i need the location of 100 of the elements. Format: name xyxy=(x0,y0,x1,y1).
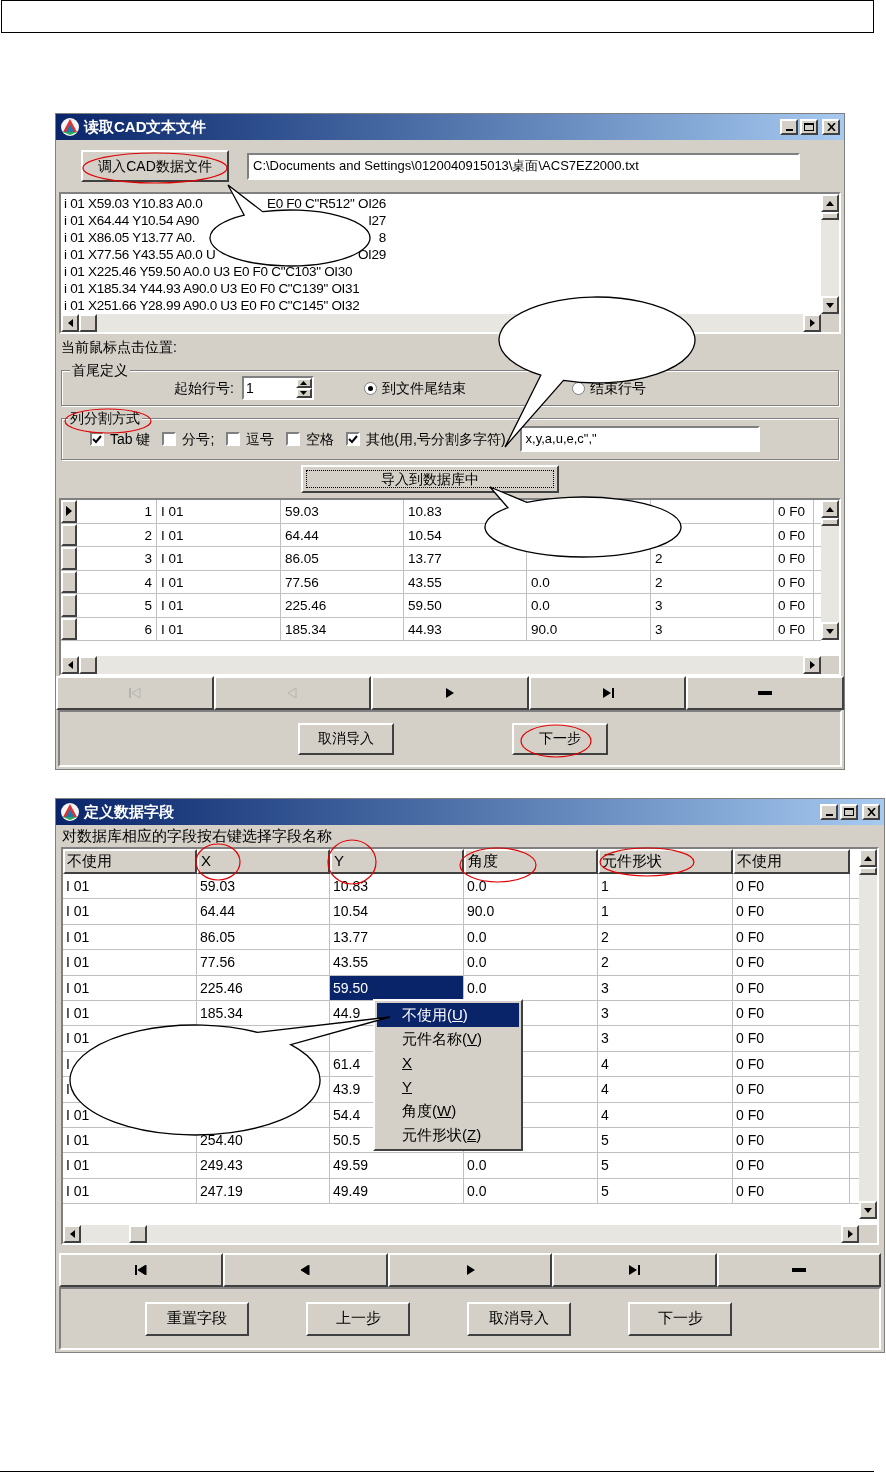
navigator-button[interactable] xyxy=(528,676,687,710)
scroll-down-button[interactable] xyxy=(821,296,839,314)
maximize-button[interactable] xyxy=(840,804,858,820)
load-file-button[interactable]: 调入CAD数据文件 xyxy=(81,150,229,182)
previous-record-icon xyxy=(287,688,297,698)
navigator-button[interactable] xyxy=(371,676,529,710)
dialog-button[interactable]: 下一步 xyxy=(512,722,608,755)
scroll-left-button[interactable] xyxy=(61,656,79,674)
dialog-button[interactable]: 下一步 xyxy=(628,1301,732,1336)
table-cell: 59.03 xyxy=(281,500,404,523)
text-line: i 01 X86.05 Y13.77 A0. xyxy=(64,229,196,246)
scroll-up-button[interactable] xyxy=(859,849,877,867)
scroll-thumb[interactable] xyxy=(79,314,97,332)
table-cell: 43.55 xyxy=(404,570,527,593)
column-header[interactable]: 不使用 xyxy=(63,849,197,874)
maximize-button[interactable] xyxy=(800,119,818,135)
minimize-button[interactable] xyxy=(780,119,798,135)
table-cell: 0.0 xyxy=(527,570,651,593)
navigator-button[interactable] xyxy=(716,1253,882,1287)
table-cell: 3 xyxy=(598,975,733,1000)
scroll-up-icon xyxy=(826,200,834,206)
column-header[interactable]: 角度 xyxy=(464,849,598,874)
scroll-down-button[interactable] xyxy=(821,622,839,640)
horizontal-scrollbar[interactable] xyxy=(61,656,821,674)
table-cell: 49.59 xyxy=(330,1153,464,1178)
table-cell: I 01 xyxy=(157,617,281,640)
checkbox[interactable] xyxy=(346,432,361,446)
menu-item[interactable]: 不使用(U) xyxy=(377,1003,519,1027)
vertical-scrollbar[interactable] xyxy=(859,849,877,1219)
window-title: 定义数据字段 xyxy=(84,801,174,822)
text-line: i 01 X64.44 Y10.54 A90 xyxy=(64,212,200,229)
horizontal-scrollbar[interactable] xyxy=(63,1225,859,1243)
text-line: i 01 X225.46 Y59.50 A0.0 U3 E0 F0 C"C103" OI30 xyxy=(64,263,353,280)
checkbox-option[interactable]: 分号; xyxy=(162,428,215,450)
menu-item[interactable]: 元件名称(V) xyxy=(377,1027,519,1051)
navigator-button[interactable] xyxy=(213,676,372,710)
table-cell: 1 xyxy=(598,899,733,924)
table-cell: 49.49 xyxy=(330,1178,464,1204)
column-header[interactable]: X xyxy=(197,849,330,874)
scroll-thumb[interactable] xyxy=(129,1225,147,1243)
scroll-left-button[interactable] xyxy=(61,314,79,332)
dialog-button[interactable]: 取消导入 xyxy=(298,722,394,755)
navigator-button[interactable] xyxy=(686,676,844,710)
navigator-button[interactable] xyxy=(552,1253,717,1287)
import-button[interactable]: 导入到数据库中 xyxy=(301,465,559,493)
checkbox[interactable] xyxy=(162,432,177,446)
table-cell: 0 F0 xyxy=(733,1178,850,1204)
scroll-thumb[interactable] xyxy=(79,656,97,674)
navigator-button[interactable] xyxy=(223,1253,388,1287)
scroll-thumb[interactable] xyxy=(821,518,839,526)
scroll-thumb[interactable] xyxy=(859,867,877,875)
scroll-right-icon xyxy=(847,1230,853,1238)
text-line: i 01 X185.34 Y44.93 A90.0 U3 E0 F0 C"C139" OI31 xyxy=(64,280,360,297)
radio-button[interactable] xyxy=(363,381,377,395)
table-cell: 86.05 xyxy=(281,547,404,570)
row-indicator[interactable] xyxy=(61,570,77,593)
start-line-spinner[interactable]: 1 xyxy=(241,376,314,400)
column-header[interactable]: Y xyxy=(330,849,464,874)
dialog-button[interactable]: 重置字段 xyxy=(145,1301,249,1336)
row-indicator[interactable] xyxy=(61,547,77,570)
scroll-right-button[interactable] xyxy=(841,1225,859,1243)
table-cell: 0.0 xyxy=(527,594,651,617)
row-indicator[interactable] xyxy=(61,500,77,523)
first-record-icon xyxy=(135,1265,148,1275)
scroll-thumb[interactable] xyxy=(821,212,839,220)
scroll-right-button[interactable] xyxy=(803,314,821,332)
checkbox-option[interactable]: 空格 xyxy=(286,428,335,450)
file-path-field[interactable]: C:\Documents and Settings\0120040915013\桌面\ACS7EZ2000.txt xyxy=(247,152,800,180)
checkbox[interactable] xyxy=(226,432,241,446)
table-cell: 0 F0 xyxy=(774,617,814,640)
vertical-scrollbar[interactable] xyxy=(821,194,839,314)
navigator-button[interactable] xyxy=(387,1253,553,1287)
group-title: 首尾定义 xyxy=(70,361,130,379)
delete-record-icon xyxy=(791,1268,806,1272)
navigator-button[interactable] xyxy=(56,676,214,710)
dialog-button[interactable]: 上一步 xyxy=(306,1301,410,1336)
checkbox-option[interactable]: Tab 键 xyxy=(90,428,151,450)
scroll-down-button[interactable] xyxy=(859,1201,877,1219)
column-header[interactable]: 元件形状 xyxy=(598,849,733,874)
vertical-scrollbar[interactable] xyxy=(821,500,839,640)
row-indicator[interactable] xyxy=(61,594,77,617)
checkbox-option[interactable]: 逗号 xyxy=(226,428,275,450)
table-cell: 0 F0 xyxy=(733,950,850,975)
column-header[interactable]: 不使用 xyxy=(733,849,850,874)
minimize-button[interactable] xyxy=(820,804,838,820)
row-indicator[interactable] xyxy=(61,523,77,546)
close-button[interactable] xyxy=(862,804,880,820)
app-logo-icon xyxy=(60,117,80,137)
separator-field[interactable]: x,y,a,u,e,c"," xyxy=(519,426,760,452)
checkbox-option[interactable]: 其他(用,号分割多字符) xyxy=(346,428,506,450)
checkbox[interactable] xyxy=(286,432,301,446)
dialog-button[interactable]: 取消导入 xyxy=(467,1301,571,1336)
close-button[interactable] xyxy=(822,119,840,135)
scroll-right-button[interactable] xyxy=(803,656,821,674)
scroll-up-button[interactable] xyxy=(821,500,839,518)
radio-option[interactable]: 到文件尾结束 xyxy=(363,377,466,399)
scroll-left-button[interactable] xyxy=(63,1225,81,1243)
scroll-up-button[interactable] xyxy=(821,194,839,212)
navigator-button[interactable] xyxy=(59,1253,224,1287)
row-indicator[interactable] xyxy=(61,617,77,640)
